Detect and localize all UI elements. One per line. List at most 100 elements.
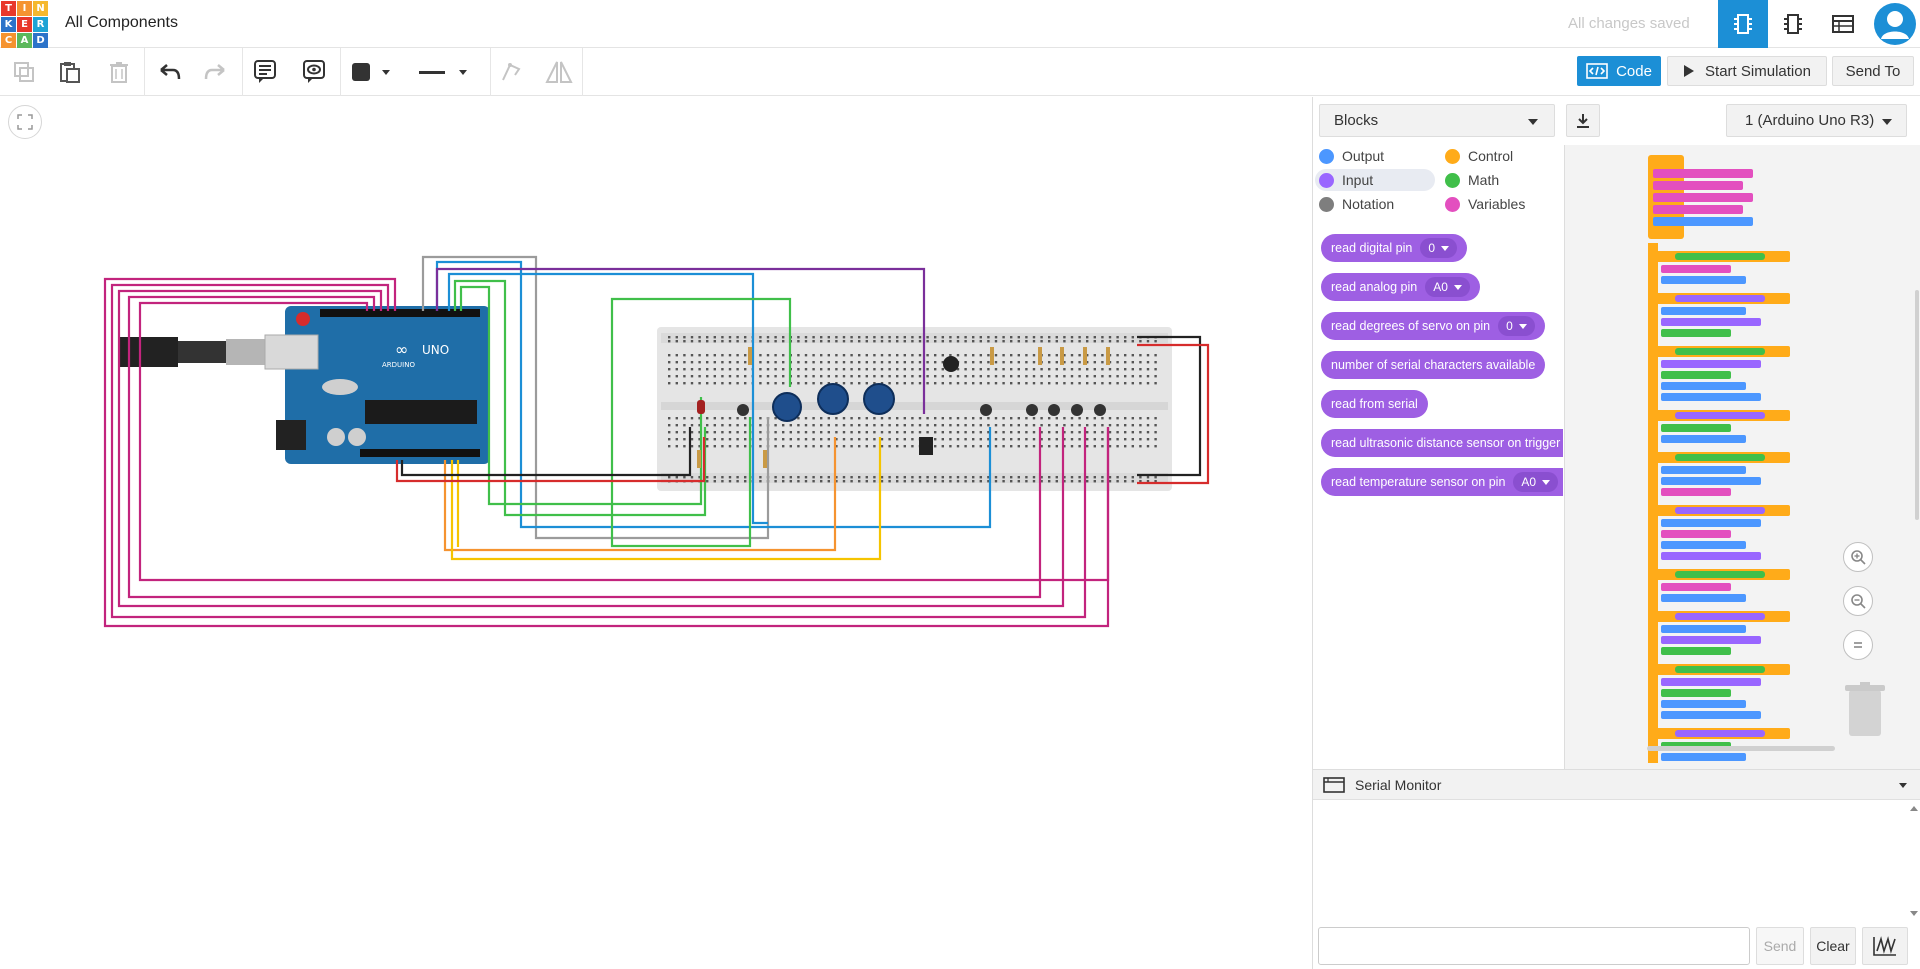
notes-button[interactable] [247, 56, 283, 88]
serial-scrollbar[interactable] [1910, 806, 1918, 918]
copy-button[interactable] [6, 56, 42, 88]
logo-tile: K [1, 17, 16, 32]
wire-color-dropdown[interactable] [352, 56, 406, 88]
tinkercad-logo[interactable]: TIN KER CAD [0, 0, 48, 48]
code-button[interactable]: Code [1577, 56, 1661, 86]
schematic-view-button[interactable] [1768, 0, 1818, 48]
svg-text:ARDUINO: ARDUINO [382, 361, 415, 369]
code-panel: Blocks 1 (Arduino Uno R3) Output Control… [1312, 97, 1920, 769]
serial-monitor-title: Serial Monitor [1355, 776, 1442, 793]
circuit-canvas[interactable]: ∞ UNO ARDUINO [0, 97, 1312, 969]
send-label: Send [1763, 938, 1797, 954]
pin-selector[interactable]: 0 [1420, 238, 1457, 258]
chevron-down-icon [1528, 119, 1538, 125]
arduino-uno-board[interactable]: ∞ UNO ARDUINO [118, 306, 490, 464]
trash-can-icon [1845, 682, 1885, 736]
code-blocks-stack[interactable] [1565, 145, 1920, 769]
undo-button[interactable] [152, 56, 188, 88]
chevron-down-icon [1882, 119, 1892, 125]
user-avatar[interactable] [1870, 0, 1920, 48]
serial-graph-button[interactable] [1862, 927, 1908, 965]
toggle-notes-button[interactable] [296, 56, 332, 88]
pin-selector[interactable]: A0 [1425, 277, 1470, 297]
block-label: number of serial characters available [1331, 358, 1536, 372]
block-read-servo-degrees[interactable]: read degrees of servo on pin 0 [1321, 312, 1545, 340]
category-label: Notation [1342, 196, 1395, 212]
block-label: read analog pin [1331, 280, 1418, 294]
svg-text:UNO: UNO [422, 343, 449, 357]
pin-selector[interactable]: A0 [1513, 472, 1559, 492]
category-math[interactable]: Math [1441, 169, 1561, 191]
circuit-view-button[interactable] [1718, 0, 1768, 48]
graph-waveform-icon [1873, 936, 1896, 956]
category-variables[interactable]: Variables [1441, 193, 1561, 215]
block-serial-characters-available[interactable]: number of serial characters available [1321, 351, 1546, 379]
pin-selector[interactable]: 0 [1498, 316, 1535, 336]
block-read-from-serial[interactable]: read from serial [1321, 390, 1428, 418]
category-label: Output [1342, 148, 1385, 164]
code-label: Code [1616, 62, 1652, 80]
chevron-down-icon [1453, 284, 1462, 290]
category-input[interactable]: Input [1315, 169, 1435, 191]
chevron-down-icon [1441, 245, 1449, 251]
serial-send-button[interactable]: Send [1756, 927, 1804, 965]
save-status: All changes saved [1568, 15, 1690, 32]
component-list-button[interactable] [1818, 0, 1868, 48]
schematic-view-icon [1784, 14, 1802, 34]
start-simulation-button[interactable]: Start Simulation [1667, 56, 1827, 86]
play-icon [1684, 65, 1695, 77]
serial-monitor: Serial Monitor Send Clear [1312, 769, 1920, 969]
workspace-trash[interactable] [1845, 682, 1885, 743]
download-code-button[interactable] [1566, 104, 1600, 137]
chevron-down-icon [459, 69, 467, 75]
pin-value: 0 [1428, 241, 1435, 255]
design-title[interactable]: All Components [65, 14, 178, 32]
align-icon [502, 63, 521, 81]
category-notation[interactable]: Notation [1315, 193, 1435, 215]
eye-note-icon [303, 60, 325, 83]
horizontal-scrollbar[interactable] [1647, 746, 1835, 751]
vertical-scrollbar[interactable] [1915, 290, 1919, 520]
copy-icon [14, 62, 34, 82]
block-read-analog-pin[interactable]: read analog pin A0 [1321, 273, 1480, 301]
chevron-down-icon [1518, 323, 1527, 329]
note-icon [254, 60, 276, 83]
serial-output [1313, 801, 1909, 921]
category-output[interactable]: Output [1315, 145, 1435, 167]
terminal-window-icon [1323, 776, 1345, 793]
zoom-in-button[interactable] [1843, 542, 1873, 572]
zoom-out-button[interactable] [1843, 586, 1873, 616]
reset-zoom-button[interactable] [1843, 630, 1873, 660]
flip-button[interactable] [541, 56, 577, 88]
circuit-diagram[interactable]: ∞ UNO ARDUINO [0, 97, 1312, 969]
category-dot-icon [1445, 148, 1460, 164]
logo-tile: E [17, 17, 32, 32]
category-dot-icon [1445, 196, 1460, 212]
chevron-down-icon [382, 69, 390, 75]
serial-clear-button[interactable]: Clear [1810, 927, 1856, 965]
pin-value: A0 [1521, 475, 1537, 489]
block-label: read degrees of servo on pin [1331, 319, 1491, 333]
device-dropdown[interactable]: 1 (Arduino Uno R3) [1726, 104, 1907, 137]
category-control[interactable]: Control [1441, 145, 1561, 167]
blocks-workspace[interactable] [1564, 145, 1920, 769]
block-read-temperature-sensor[interactable]: read temperature sensor on pin A0 i [1321, 468, 1563, 496]
paste-button[interactable] [52, 56, 88, 88]
serial-input[interactable] [1318, 927, 1750, 965]
editor-mode-dropdown[interactable]: Blocks [1319, 104, 1555, 137]
delete-button[interactable] [101, 56, 137, 88]
reset-zoom-icon [1854, 642, 1862, 648]
flip-icon [545, 61, 573, 83]
wire-type-icon [419, 70, 445, 74]
app-header: TIN KER CAD All Components All changes sav… [0, 0, 1920, 48]
block-read-ultrasonic-distance[interactable]: read ultrasonic distance sensor on trigg… [1321, 429, 1563, 457]
serial-monitor-header[interactable]: Serial Monitor [1313, 770, 1920, 800]
align-button[interactable] [493, 56, 529, 88]
component-list-icon [1832, 15, 1854, 33]
wire-type-dropdown[interactable] [419, 56, 479, 88]
chevron-down-icon [1899, 783, 1907, 788]
block-read-digital-pin[interactable]: read digital pin 0 [1321, 234, 1467, 262]
send-to-button[interactable]: Send To [1832, 56, 1914, 86]
start-simulation-label: Start Simulation [1705, 62, 1811, 80]
redo-button[interactable] [197, 56, 233, 88]
